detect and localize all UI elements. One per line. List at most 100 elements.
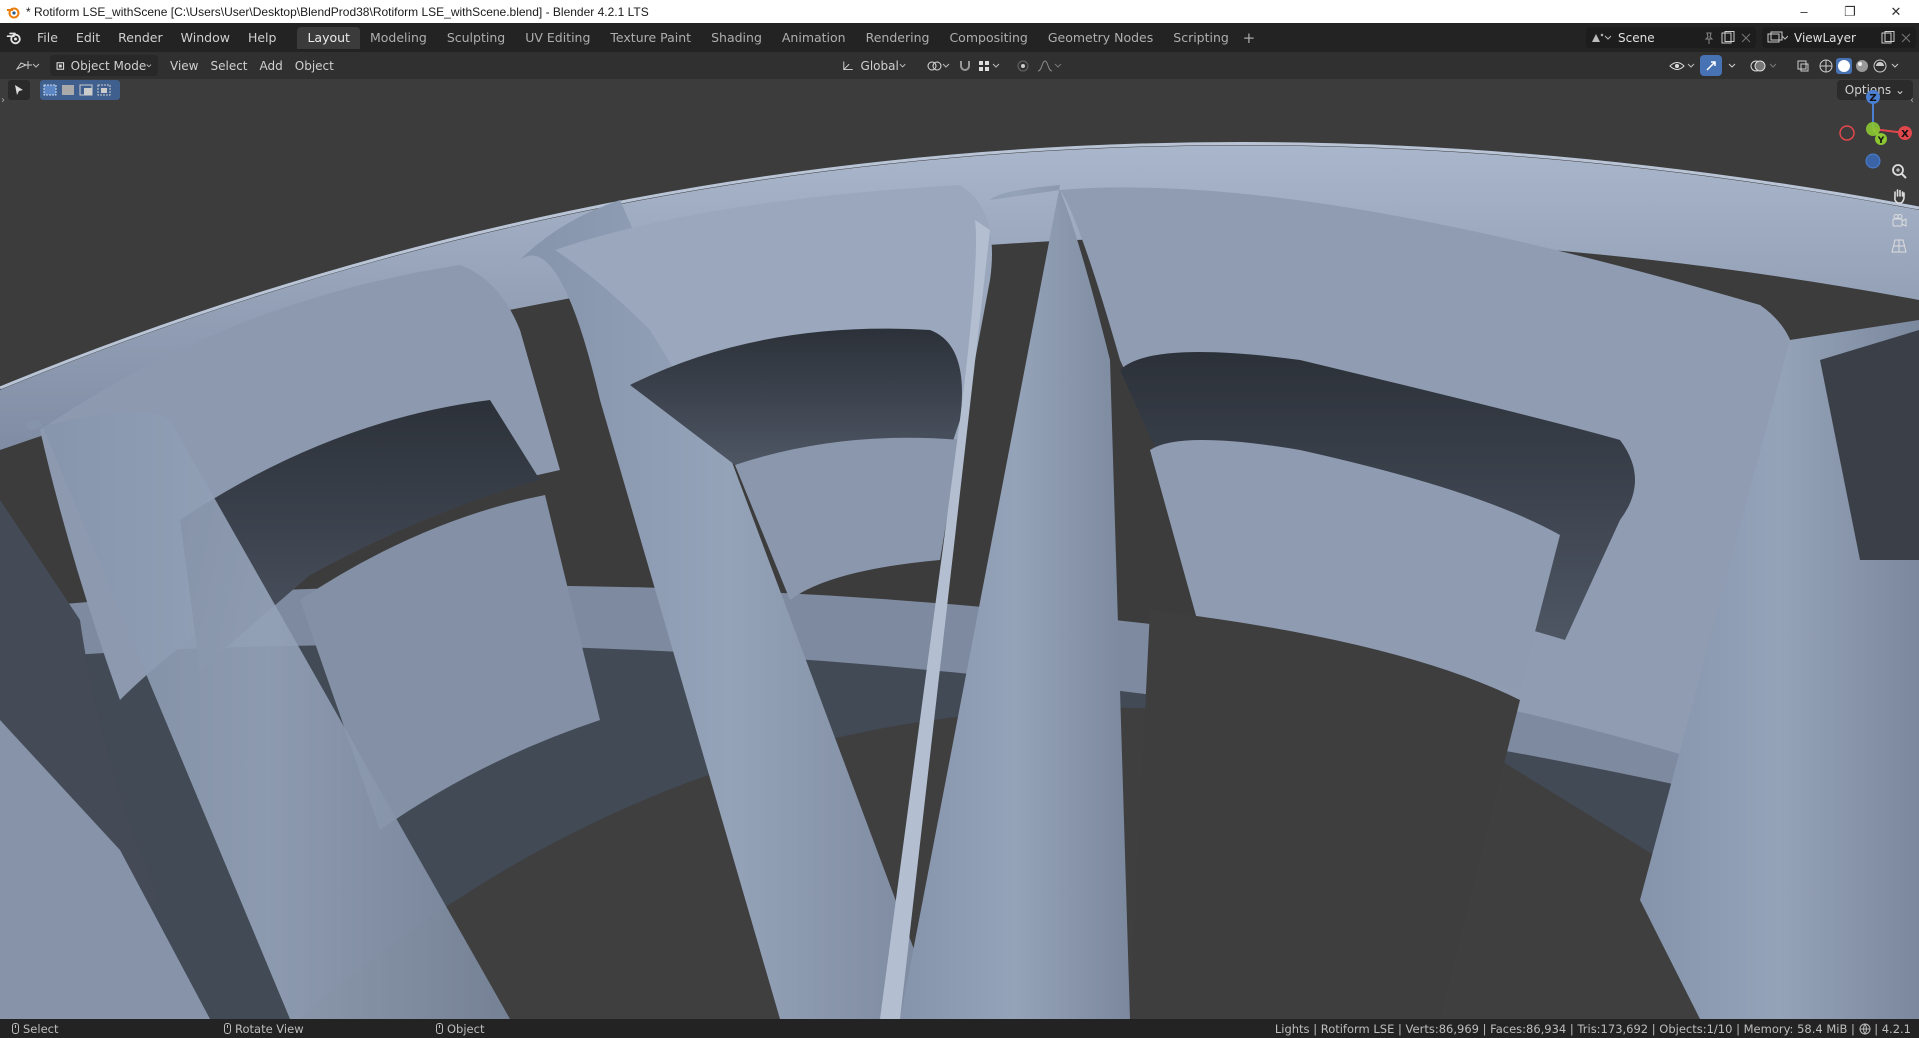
mode-selector[interactable]: Object Mode: [50, 55, 158, 76]
falloff-selector[interactable]: [1030, 55, 1068, 76]
menu-render[interactable]: Render: [109, 27, 172, 49]
view-layer-name[interactable]: ViewLayer: [1794, 31, 1880, 45]
new-scene-icon[interactable]: [1720, 30, 1736, 45]
editor-type-icon: [15, 60, 40, 70]
gizmo-icon: [1706, 60, 1716, 71]
scene-icon: [1592, 33, 1612, 42]
tab-scripting[interactable]: Scripting: [1163, 27, 1239, 49]
wheel-render: [0, 79, 1919, 1019]
3d-viewport[interactable]: Options ⌄ › ‹ Z X Y: [0, 79, 1919, 1019]
blender-version: 4.2.1: [1881, 1021, 1911, 1036]
overlays-toggle[interactable]: [1744, 55, 1786, 76]
mouse-right-icon: [436, 1023, 443, 1034]
material-preview-icon[interactable]: [1854, 58, 1870, 74]
cursor-icon: [15, 85, 23, 95]
tab-uv-editing[interactable]: UV Editing: [515, 27, 600, 49]
tab-shading[interactable]: Shading: [701, 27, 772, 49]
solid-shading-icon[interactable]: [1836, 57, 1852, 74]
eye-icon: [1669, 61, 1695, 70]
rendered-shading-icon[interactable]: [1872, 58, 1888, 74]
menu-add[interactable]: Add: [254, 55, 289, 76]
tab-texture-paint[interactable]: Texture Paint: [600, 27, 701, 49]
status-object-hint: Object: [436, 1022, 484, 1036]
object-mode-icon: [56, 61, 65, 70]
menu-select[interactable]: Select: [204, 55, 253, 76]
select-tool-button[interactable]: [8, 80, 30, 100]
tab-rendering[interactable]: Rendering: [856, 27, 940, 49]
scene-selector[interactable]: Scene: [1586, 27, 1756, 48]
mouse-middle-icon: [224, 1023, 231, 1034]
pin-icon[interactable]: [1702, 31, 1716, 45]
chevron-down-icon[interactable]: [1890, 63, 1900, 69]
navigation-gizmo[interactable]: Z X Y: [1833, 89, 1913, 169]
gizmo-dropdown[interactable]: [1722, 55, 1742, 76]
zoom-icon[interactable]: [1887, 159, 1911, 183]
gizmo-z-label: Z: [1869, 93, 1876, 104]
proportional-edit-icon: [1017, 60, 1029, 71]
render-layers-icon: [1767, 31, 1788, 42]
stats-text: Lights | Rotiform LSE | Verts:86,969 | F…: [1274, 1021, 1859, 1036]
viewport-header: Object Mode View Select Add Object Globa…: [0, 52, 1919, 79]
gizmo-y-label: Y: [1877, 136, 1885, 146]
restore-button[interactable]: ❐: [1827, 0, 1873, 23]
status-object-label: Object: [447, 1021, 485, 1036]
delete-view-layer-icon[interactable]: [1899, 31, 1913, 45]
perspective-toggle-icon[interactable]: [1887, 234, 1911, 258]
tab-sculpting[interactable]: Sculpting: [437, 27, 515, 49]
minimize-button[interactable]: –: [1781, 0, 1827, 23]
shading-modes: [1812, 55, 1906, 76]
tab-geometry-nodes[interactable]: Geometry Nodes: [1038, 27, 1163, 49]
tab-modeling[interactable]: Modeling: [360, 27, 437, 49]
selection-mode-icons[interactable]: [42, 84, 118, 96]
xray-icon: [1797, 60, 1809, 71]
chevron-down-icon: [1728, 63, 1736, 68]
overlays-icon: [1750, 60, 1777, 71]
menu-file[interactable]: File: [28, 27, 67, 49]
blender-menu-icon[interactable]: [0, 23, 28, 52]
orientation-label: Global: [860, 58, 899, 73]
tab-layout[interactable]: Layout: [297, 26, 360, 49]
gizmo-toggle[interactable]: [1700, 55, 1722, 76]
menu-window[interactable]: Window: [172, 27, 239, 49]
mouse-left-icon: [12, 1023, 19, 1034]
top-bar: File Edit Render Window Help Layout Mode…: [0, 23, 1919, 52]
chevron-down-icon: [899, 63, 906, 68]
editor-type-button[interactable]: [8, 55, 46, 76]
add-workspace-button[interactable]: +: [1239, 29, 1259, 47]
status-bar: Select Rotate View Object Lights | Rotif…: [0, 1019, 1919, 1038]
pan-hand-icon[interactable]: [1887, 184, 1911, 208]
window-titlebar: * Rotiform LSE_withScene [C:\Users\User\…: [0, 0, 1919, 23]
view-layer-selector[interactable]: ViewLayer: [1762, 27, 1916, 48]
mode-label: Object Mode: [70, 58, 147, 73]
wireframe-shading-icon[interactable]: [1818, 58, 1834, 74]
visibility-selector[interactable]: [1662, 55, 1704, 76]
snap-grid-icon: [979, 60, 1000, 71]
menu-object[interactable]: Object: [289, 55, 340, 76]
close-button[interactable]: ✕: [1873, 0, 1919, 23]
status-select-label: Select: [23, 1021, 59, 1036]
tab-compositing[interactable]: Compositing: [939, 27, 1037, 49]
snap-target-selector[interactable]: [972, 55, 1008, 76]
menu-edit[interactable]: Edit: [67, 27, 109, 49]
transform-orientation-selector[interactable]: Global: [836, 55, 912, 76]
tab-animation[interactable]: Animation: [772, 27, 856, 49]
status-rotate-hint: Rotate View: [224, 1022, 304, 1036]
camera-view-icon[interactable]: [1887, 209, 1911, 233]
workspace-tabs: Layout Modeling Sculpting UV Editing Tex…: [297, 23, 1258, 52]
chevron-down-icon: [146, 63, 152, 67]
menu-view[interactable]: View: [164, 55, 204, 76]
globe-icon: [1859, 1023, 1871, 1035]
menu-help[interactable]: Help: [239, 27, 286, 49]
new-view-layer-icon[interactable]: [1880, 30, 1896, 45]
orientation-axis-icon: [843, 61, 853, 70]
blender-app-icon: [7, 7, 20, 18]
toolbar-expand-icon[interactable]: ›: [1, 95, 9, 106]
scene-name[interactable]: Scene: [1618, 31, 1702, 45]
delete-scene-icon[interactable]: [1739, 31, 1753, 45]
tool-row: [8, 80, 120, 100]
scene-statistics: Lights | Rotiform LSE | Verts:86,969 | F…: [1275, 1022, 1911, 1036]
pivot-icon: [927, 61, 950, 70]
version-separator-icon: |: [1874, 1021, 1882, 1036]
status-rotate-label: Rotate View: [235, 1021, 304, 1036]
magnet-icon: [960, 60, 970, 71]
